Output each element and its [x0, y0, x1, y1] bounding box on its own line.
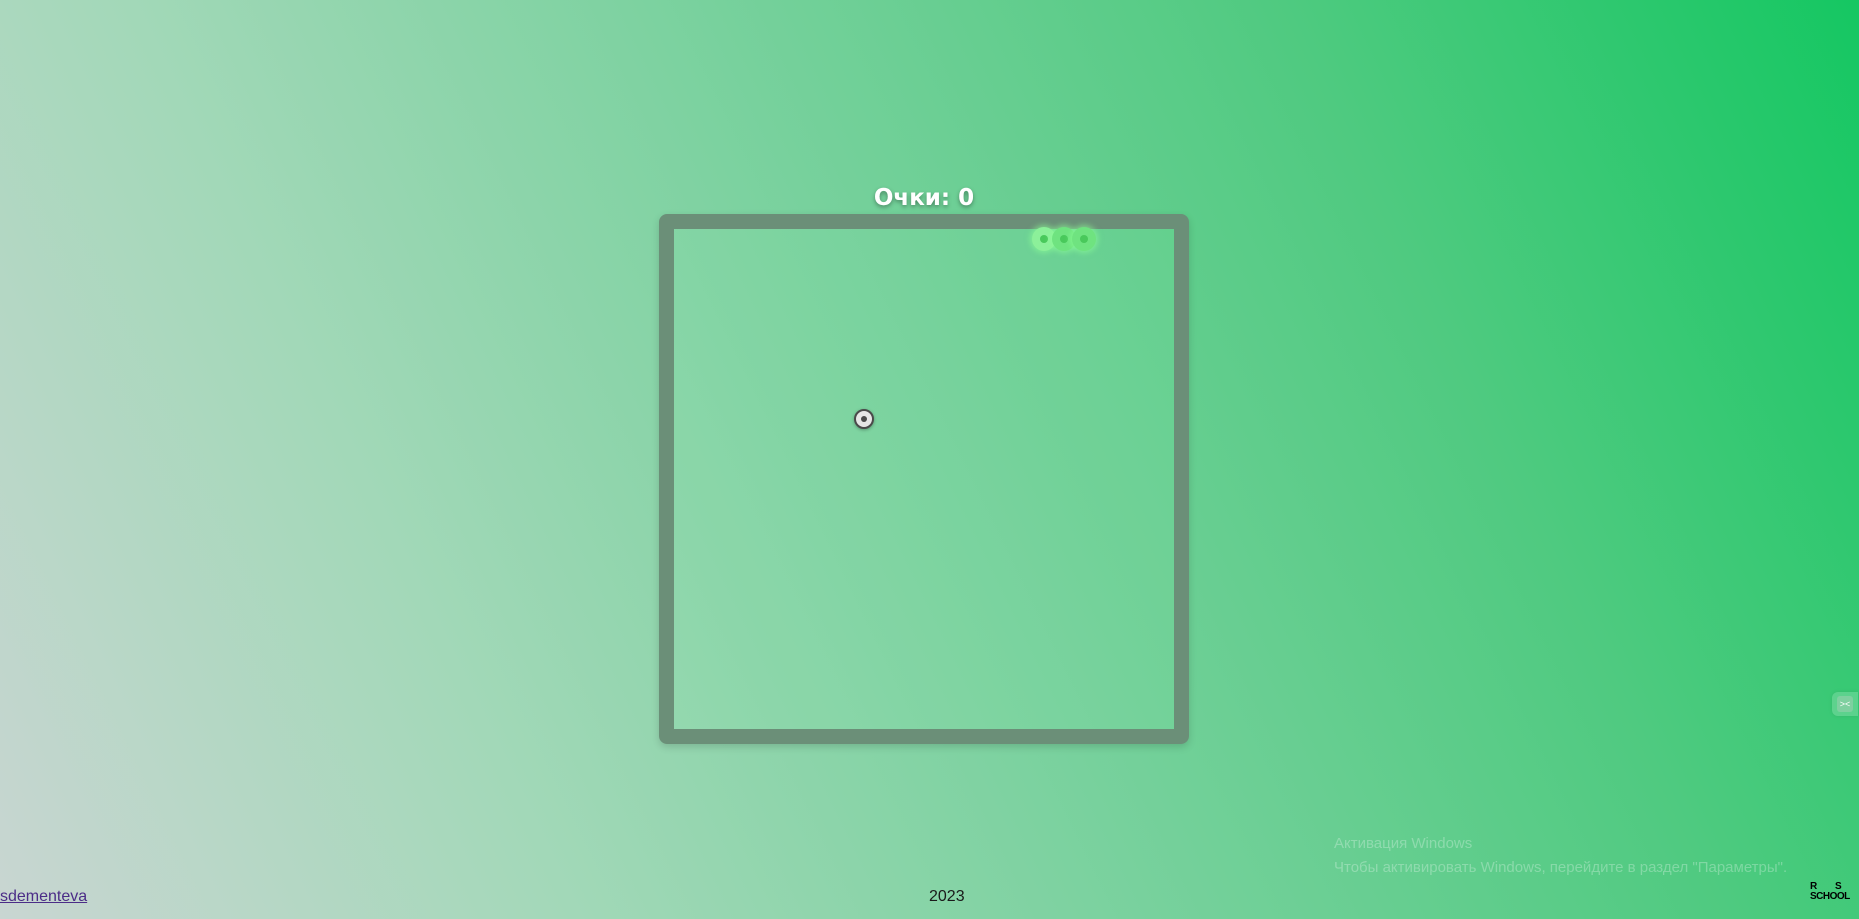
- food-target-icon: [854, 409, 874, 429]
- footer-year: 2023: [929, 888, 965, 905]
- author-github-link[interactable]: sdementeva: [0, 888, 87, 906]
- side-extension-tab[interactable]: ><: [1832, 692, 1858, 716]
- game-board[interactable]: [659, 214, 1189, 744]
- windows-activation-watermark: Активация Windows Чтобы активировать Win…: [1334, 832, 1787, 880]
- snake-segment: [1072, 227, 1096, 251]
- activation-title: Активация Windows: [1334, 835, 1473, 852]
- logo-word-school: SCHOOL: [1810, 891, 1850, 902]
- rs-school-logo[interactable]: R S SCHOOL: [1810, 882, 1856, 904]
- activation-hint: Чтобы активировать Windows, перейдите в …: [1334, 859, 1788, 876]
- code-icon: ><: [1837, 696, 1853, 712]
- score-display: Очки: 0: [873, 185, 975, 211]
